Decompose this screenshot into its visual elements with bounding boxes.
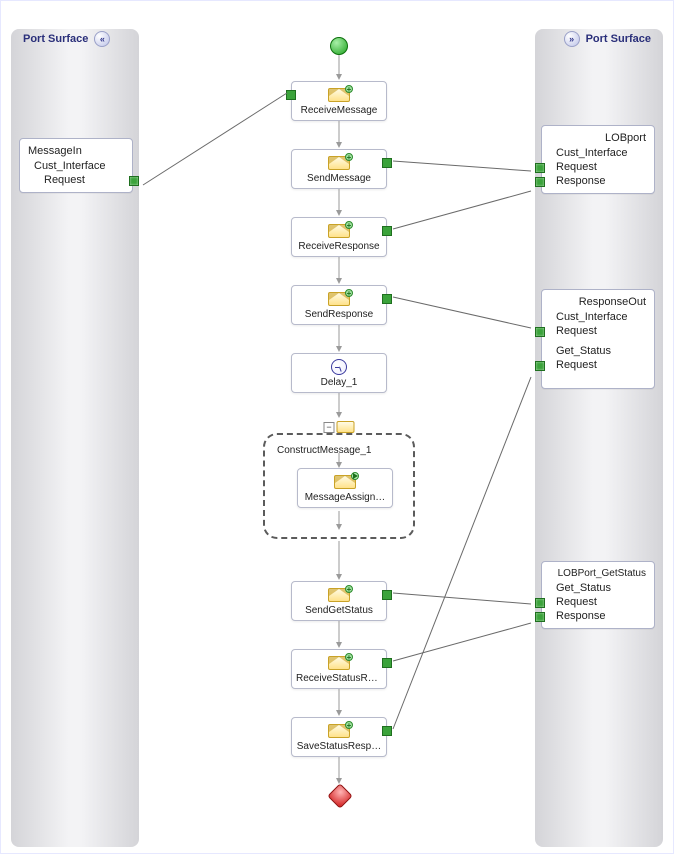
port-message: Response: [550, 610, 646, 622]
port-operation: Cust_Interface: [550, 147, 646, 159]
receive-icon: +: [328, 223, 350, 239]
shape-receivemessage[interactable]: + ReceiveMessage: [291, 81, 387, 121]
shape-connector-handle[interactable]: [382, 590, 392, 600]
shape-delay[interactable]: Delay_1: [291, 353, 387, 393]
message-assign-icon: [334, 474, 356, 490]
shape-label: SaveStatusResp…: [296, 741, 382, 752]
port-surface-right-header: » Port Surface: [564, 31, 651, 47]
port-title: LOBPort_GetStatus: [550, 568, 646, 579]
shape-receivestatusresponse[interactable]: + ReceiveStatusRe…: [291, 649, 387, 689]
port-connector-handle[interactable]: [535, 327, 545, 337]
port-message-label: Request: [556, 596, 597, 608]
port-connector-handle[interactable]: [535, 612, 545, 622]
shape-connector-handle[interactable]: [382, 158, 392, 168]
port-message-label: Response: [556, 610, 606, 622]
shape-label: ReceiveMessage: [296, 105, 382, 116]
shape-receiveresponse[interactable]: + ReceiveResponse: [291, 217, 387, 257]
port-connector-handle[interactable]: [535, 177, 545, 187]
shape-connector-handle[interactable]: [382, 726, 392, 736]
port-connector-handle[interactable]: [535, 598, 545, 608]
collapse-scope-button[interactable]: −: [324, 422, 335, 433]
clock-icon: [328, 359, 350, 375]
port-message: Request: [550, 161, 646, 173]
shape-sendmessage[interactable]: + SendMessage: [291, 149, 387, 189]
port-messagein[interactable]: MessageIn Cust_Interface Request: [19, 138, 133, 193]
port-title: MessageIn: [28, 145, 124, 157]
port-title: ResponseOut: [550, 296, 646, 308]
receive-icon: +: [328, 655, 350, 671]
shape-label: SendMessage: [296, 173, 382, 184]
port-operation: Cust_Interface: [28, 160, 124, 172]
collapse-left-button[interactable]: «: [94, 31, 110, 47]
port-title: LOBport: [550, 132, 646, 144]
port-message-label: Request: [556, 359, 597, 371]
shape-label: SendGetStatus: [296, 605, 382, 616]
port-message: Request: [550, 325, 646, 337]
shape-connector-handle[interactable]: [286, 90, 296, 100]
shape-label: MessageAssign…: [302, 492, 388, 503]
port-message-label: Request: [556, 325, 597, 337]
port-message-label: Request: [556, 161, 597, 173]
port-connector-handle[interactable]: [129, 176, 139, 186]
port-surface-left-header: Port Surface «: [23, 31, 110, 47]
receive-icon: +: [328, 87, 350, 103]
end-shape[interactable]: [327, 783, 352, 808]
port-responseout[interactable]: ResponseOut Cust_Interface Request Get_S…: [541, 289, 655, 389]
shape-connector-handle[interactable]: [382, 226, 392, 236]
collapse-right-button[interactable]: »: [564, 31, 580, 47]
port-lobport-getstatus[interactable]: LOBPort_GetStatus Get_Status Request Res…: [541, 561, 655, 629]
shape-connector-handle[interactable]: [382, 658, 392, 668]
shape-label: ReceiveStatusRe…: [296, 673, 382, 684]
shape-label: Delay_1: [296, 377, 382, 388]
construct-icon: [337, 421, 355, 433]
port-message: Request: [550, 596, 646, 608]
send-icon: +: [328, 723, 350, 739]
shape-savestatusresponse[interactable]: + SaveStatusResp…: [291, 717, 387, 757]
port-operation: Get_Status: [550, 345, 646, 357]
send-icon: +: [328, 291, 350, 307]
shape-messageassignment[interactable]: MessageAssign…: [297, 468, 393, 508]
shape-label: SendResponse: [296, 309, 382, 320]
orchestration-canvas[interactable]: Port Surface « » Port Surface MessageIn …: [0, 0, 674, 854]
shape-sendgetstatus[interactable]: + SendGetStatus: [291, 581, 387, 621]
port-operation: Get_Status: [550, 582, 646, 594]
scope-constructmessage[interactable]: − ConstructMessage_1 MessageAssign…: [263, 433, 415, 539]
port-message-label: Request: [44, 174, 85, 186]
port-message-label: Response: [556, 175, 606, 187]
port-connector-handle[interactable]: [535, 361, 545, 371]
port-surface-left-label: Port Surface: [23, 33, 88, 45]
send-icon: +: [328, 155, 350, 171]
port-operation: Cust_Interface: [550, 311, 646, 323]
port-message: Request: [28, 174, 124, 186]
port-connector-handle[interactable]: [535, 163, 545, 173]
shape-label: ReceiveResponse: [296, 241, 382, 252]
port-lobport[interactable]: LOBport Cust_Interface Request Response: [541, 125, 655, 194]
scope-header-icons: −: [324, 421, 355, 433]
shape-sendresponse[interactable]: + SendResponse: [291, 285, 387, 325]
send-icon: +: [328, 587, 350, 603]
port-message: Response: [550, 175, 646, 187]
port-surface-right-label: Port Surface: [586, 33, 651, 45]
port-message: Request: [550, 359, 646, 371]
scope-title: ConstructMessage_1: [273, 443, 405, 462]
shape-connector-handle[interactable]: [382, 294, 392, 304]
start-shape[interactable]: [330, 37, 348, 55]
